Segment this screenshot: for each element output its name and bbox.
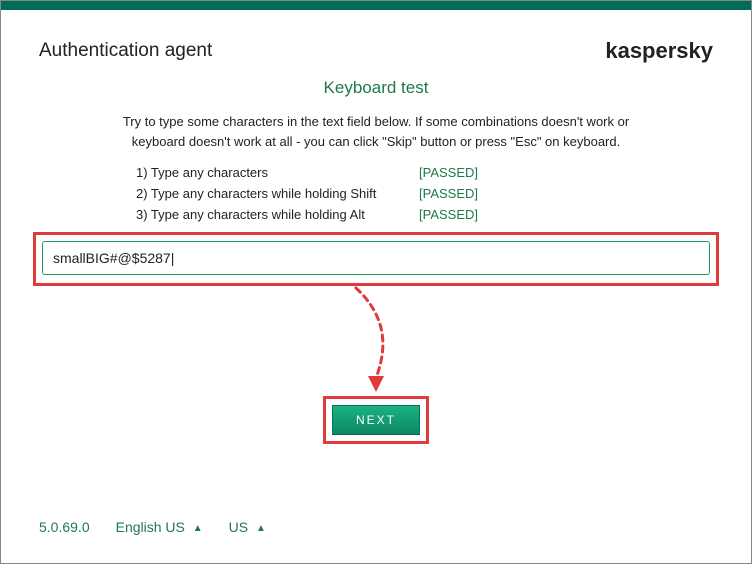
next-annotation-box: NEXT [323, 396, 429, 444]
step-row: 2) Type any characters while holding Shi… [136, 186, 616, 201]
triangle-up-icon: ▲ [256, 523, 266, 534]
content-area: Keyboard test Try to type some character… [1, 78, 751, 444]
triangle-up-icon: ▲ [193, 523, 203, 534]
brand-topbar [1, 1, 751, 10]
step-label: 2) Type any characters while holding Shi… [136, 186, 411, 201]
app-window: Authentication agent kaspersky Keyboard … [0, 0, 752, 564]
step-row: 1) Type any characters [PASSED] [136, 165, 616, 180]
step-status: [PASSED] [419, 207, 478, 222]
keyboard-test-input[interactable] [42, 241, 710, 275]
steps-list: 1) Type any characters [PASSED] 2) Type … [136, 165, 616, 222]
layout-selector[interactable]: US ▲ [229, 519, 266, 535]
input-annotation-box [33, 232, 719, 286]
step-label: 3) Type any characters while holding Alt [136, 207, 411, 222]
next-button[interactable]: NEXT [332, 405, 420, 435]
header: Authentication agent kaspersky [1, 10, 751, 70]
step-status: [PASSED] [419, 165, 478, 180]
step-label: 1) Type any characters [136, 165, 411, 180]
app-title: Authentication agent [39, 40, 212, 62]
section-title: Keyboard test [39, 78, 713, 98]
arrow-annotation [39, 286, 713, 396]
step-status: [PASSED] [419, 186, 478, 201]
footer: 5.0.69.0 English US ▲ US ▲ [39, 519, 266, 535]
instructions-text: Try to type some characters in the text … [96, 112, 656, 151]
brand-logo: kaspersky [605, 38, 713, 64]
next-wrap: NEXT [39, 396, 713, 444]
step-row: 3) Type any characters while holding Alt… [136, 207, 616, 222]
language-label: English US [116, 519, 185, 535]
layout-label: US [229, 519, 248, 535]
language-selector[interactable]: English US ▲ [116, 519, 203, 535]
arrow-icon [346, 286, 406, 394]
version-label: 5.0.69.0 [39, 519, 90, 535]
